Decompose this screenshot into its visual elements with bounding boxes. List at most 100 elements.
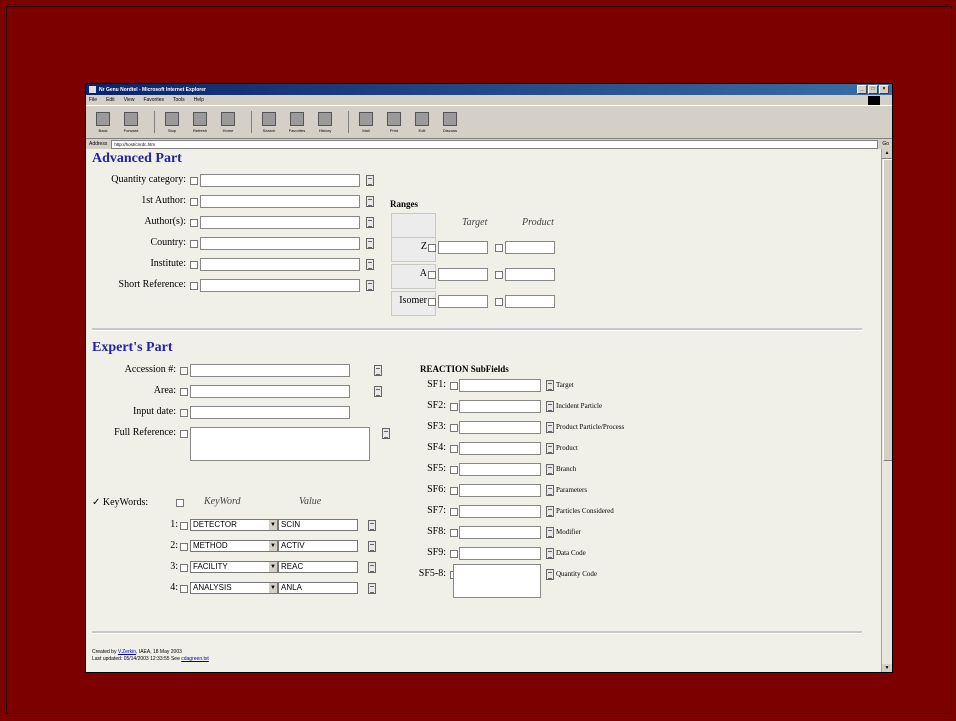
ranges-product-checkbox[interactable] [495, 271, 503, 279]
list-icon[interactable] [546, 506, 554, 517]
favorites-button[interactable]: Favorites [286, 111, 308, 133]
list-icon[interactable] [368, 562, 376, 573]
advanced-field-input[interactable] [200, 174, 360, 187]
advanced-field-input[interactable] [200, 279, 360, 292]
list-icon[interactable] [368, 541, 376, 552]
refresh-button[interactable]: Refresh [189, 111, 211, 133]
close-button[interactable]: × [879, 85, 889, 94]
list-icon[interactable] [374, 365, 382, 376]
list-icon[interactable] [546, 569, 554, 580]
print-button[interactable]: Print [383, 111, 405, 133]
advanced-field-input[interactable] [200, 195, 360, 208]
list-icon[interactable] [546, 527, 554, 538]
expert-field-input[interactable] [190, 385, 350, 398]
expert-field-input[interactable] [190, 406, 350, 419]
value-input[interactable]: ANLA [278, 582, 358, 594]
reaction-subfield-input[interactable] [459, 484, 541, 497]
back-button[interactable]: Back [92, 111, 114, 133]
address-input[interactable]: http://host/cnrdc.htm [111, 139, 879, 149]
list-icon[interactable] [368, 520, 376, 531]
discuss-button[interactable]: Discuss [439, 111, 461, 133]
scroll-down-button[interactable]: ▼ [882, 664, 892, 672]
ranges-target-input[interactable] [438, 295, 488, 308]
reaction-subfield-checkbox[interactable] [450, 550, 458, 558]
keyword-select[interactable]: ANALYSIS ▼ [190, 582, 278, 594]
list-icon[interactable] [366, 196, 374, 207]
minimize-button[interactable]: _ [857, 85, 867, 94]
list-icon[interactable] [546, 422, 554, 433]
reaction-subfield-input[interactable] [459, 379, 541, 392]
reaction-subfield-checkbox[interactable] [450, 529, 458, 537]
reaction-subfield-input[interactable] [459, 442, 541, 455]
ranges-product-checkbox[interactable] [495, 244, 503, 252]
advanced-field-checkbox[interactable] [190, 198, 198, 206]
list-icon[interactable] [366, 175, 374, 186]
reaction-subfield-checkbox[interactable] [450, 466, 458, 474]
advanced-field-checkbox[interactable] [190, 177, 198, 185]
history-button[interactable]: History [314, 111, 336, 133]
list-icon[interactable] [546, 464, 554, 475]
vertical-scrollbar[interactable]: ▲ ▼ [881, 149, 892, 672]
reaction-subfield-checkbox[interactable] [450, 445, 458, 453]
list-icon[interactable] [366, 238, 374, 249]
menu-file[interactable]: File [89, 97, 97, 103]
list-icon[interactable] [546, 485, 554, 496]
menu-favorites[interactable]: Favorites [143, 97, 164, 103]
keyword-row-checkbox[interactable] [180, 564, 188, 572]
list-icon[interactable] [546, 548, 554, 559]
home-button[interactable]: Home [217, 111, 239, 133]
value-input[interactable]: ACTIV [278, 540, 358, 552]
keyword-row-checkbox[interactable] [180, 543, 188, 551]
advanced-field-input[interactable] [200, 237, 360, 250]
reaction-subfield-checkbox[interactable] [450, 424, 458, 432]
ranges-product-checkbox[interactable] [495, 298, 503, 306]
ranges-target-input[interactable] [438, 268, 488, 281]
advanced-field-input[interactable] [200, 258, 360, 271]
keyword-row-checkbox[interactable] [180, 585, 188, 593]
full-reference-textarea[interactable] [190, 427, 370, 461]
reaction-subfield-input[interactable] [459, 505, 541, 518]
ranges-product-input[interactable] [505, 295, 555, 308]
go-button[interactable]: Go [882, 141, 889, 147]
keyword-row-checkbox[interactable] [180, 522, 188, 530]
reaction-subfield-input[interactable] [459, 526, 541, 539]
expert-field-checkbox[interactable] [180, 388, 188, 396]
notes-link[interactable]: cdagreen.txt [181, 656, 209, 662]
keywords-checkbox[interactable] [176, 499, 184, 507]
ranges-target-checkbox[interactable] [428, 244, 436, 252]
ranges-target-input[interactable] [438, 241, 488, 254]
list-icon[interactable] [546, 443, 554, 454]
reaction-subfield-checkbox[interactable] [450, 382, 458, 390]
advanced-field-checkbox[interactable] [190, 282, 198, 290]
value-input[interactable]: SCIN [278, 519, 358, 531]
stop-button[interactable]: Stop [161, 111, 183, 133]
maximize-button[interactable]: □ [868, 85, 878, 94]
list-icon[interactable] [546, 380, 554, 391]
list-icon[interactable] [366, 280, 374, 291]
menu-tools[interactable]: Tools [173, 97, 185, 103]
list-icon[interactable] [366, 259, 374, 270]
expert-field-checkbox[interactable] [180, 430, 188, 438]
ranges-target-checkbox[interactable] [428, 298, 436, 306]
reaction-subfield-checkbox[interactable] [450, 403, 458, 411]
scroll-thumb[interactable] [883, 159, 892, 461]
advanced-field-input[interactable] [200, 216, 360, 229]
reaction-subfield-input[interactable] [459, 400, 541, 413]
reaction-subfield-input[interactable] [459, 421, 541, 434]
reaction-subfield-input[interactable] [459, 547, 541, 560]
reaction-subfield-input[interactable] [459, 463, 541, 476]
advanced-field-checkbox[interactable] [190, 219, 198, 227]
edit-button[interactable]: Edit [411, 111, 433, 133]
list-icon[interactable] [546, 401, 554, 412]
forward-button[interactable]: Forward [120, 111, 142, 133]
menu-help[interactable]: Help [194, 97, 204, 103]
keyword-select[interactable]: DETECTOR ▼ [190, 519, 278, 531]
expert-field-checkbox[interactable] [180, 367, 188, 375]
author-link[interactable]: V.Zerkin [118, 649, 136, 655]
list-icon[interactable] [368, 583, 376, 594]
ranges-target-checkbox[interactable] [428, 271, 436, 279]
mail-button[interactable]: Mail [355, 111, 377, 133]
search-button[interactable]: Search [258, 111, 280, 133]
list-icon[interactable] [366, 217, 374, 228]
ranges-product-input[interactable] [505, 268, 555, 281]
